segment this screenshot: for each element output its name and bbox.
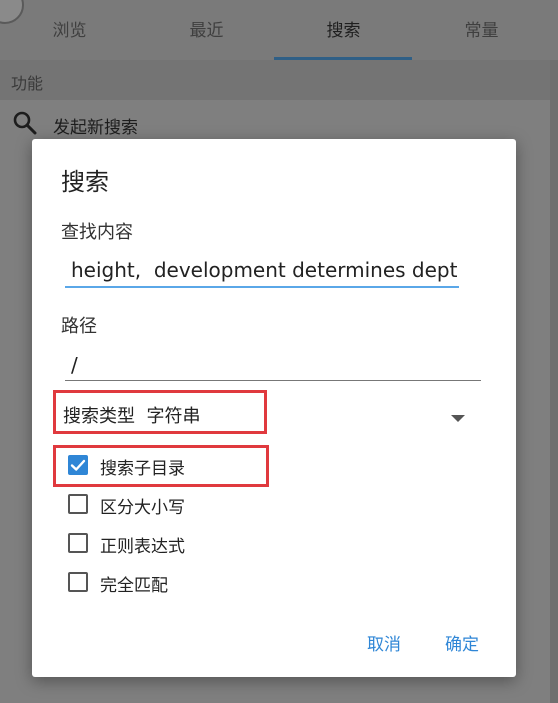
- search-type-label: 搜索类型: [63, 406, 135, 427]
- cancel-button[interactable]: 取消: [367, 630, 401, 655]
- checkbox-icon[interactable]: [68, 533, 88, 553]
- search-type-select[interactable]: 搜索类型 字符串: [53, 390, 267, 434]
- search-type-value: 字符串: [146, 406, 201, 427]
- checkbox-icon[interactable]: [68, 572, 88, 592]
- section-label: 功能: [11, 74, 44, 93]
- option-label: 完全匹配: [100, 576, 168, 596]
- tab-bar: 浏览 最近 搜索 常量: [0, 0, 558, 60]
- chevron-down-icon[interactable]: [451, 415, 465, 422]
- query-label: 查找内容: [61, 222, 133, 243]
- search-type-text: 搜索类型 字符串: [63, 402, 200, 428]
- tab-browse[interactable]: 浏览: [0, 0, 139, 60]
- section-header: 功能: [0, 60, 558, 100]
- query-input[interactable]: [65, 254, 459, 286]
- path-underline: [65, 380, 481, 381]
- tab-search[interactable]: 搜索: [274, 0, 413, 60]
- tab-constants[interactable]: 常量: [412, 0, 551, 60]
- new-search-label: 发起新搜索: [53, 118, 138, 138]
- checkbox-icon[interactable]: [68, 494, 88, 514]
- checkbox-checked-icon[interactable]: [68, 455, 88, 475]
- option-label: 区分大小写: [100, 498, 185, 518]
- path-input[interactable]: [65, 349, 481, 381]
- dialog-title: 搜索: [61, 168, 109, 196]
- search-icon: [13, 111, 37, 135]
- path-label: 路径: [61, 316, 97, 337]
- option-label: 正则表达式: [100, 537, 185, 557]
- query-underline: [65, 286, 459, 288]
- search-dialog: 搜索 查找内容 路径 搜索类型 字符串 搜索子目录 区分大小写 正则表达式 完全…: [32, 139, 516, 677]
- confirm-button[interactable]: 确定: [445, 630, 479, 655]
- option-label: 搜索子目录: [100, 459, 185, 479]
- tab-recent[interactable]: 最近: [137, 0, 276, 60]
- scrollbar-track: [550, 60, 558, 703]
